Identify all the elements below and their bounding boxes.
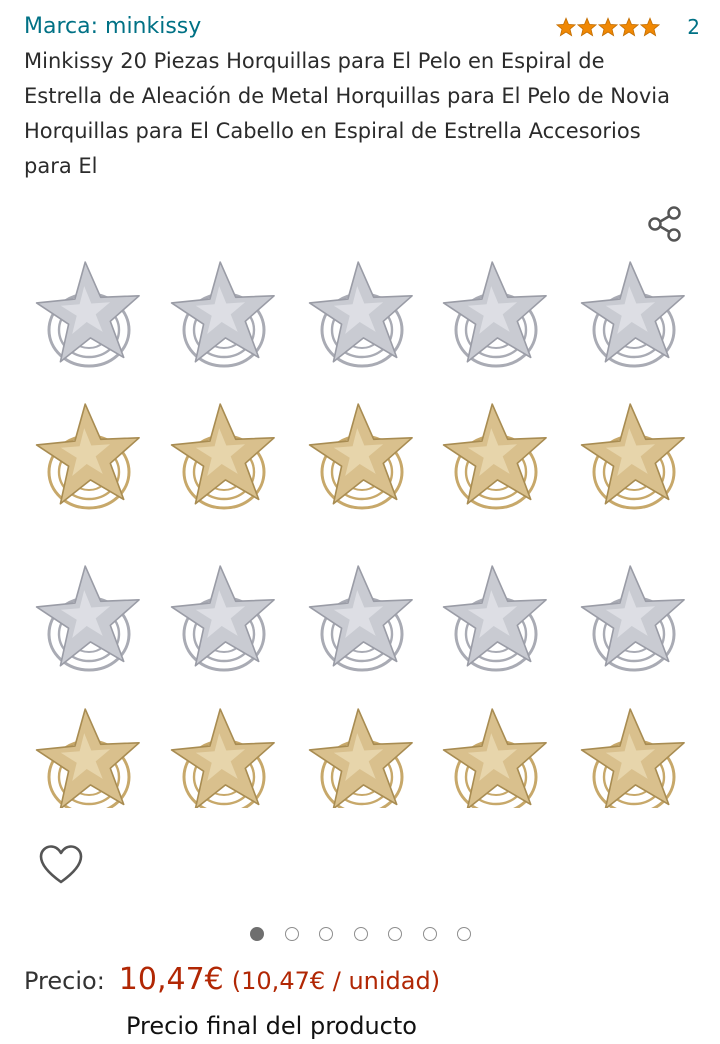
silver-star-hair-pin	[442, 565, 547, 672]
rating-star-icon	[556, 17, 577, 37]
gold-star-hair-pin	[170, 403, 275, 510]
silver-star-hair-pin	[170, 261, 275, 368]
carousel-dot[interactable]	[388, 927, 402, 941]
price-row: Precio: 10,47€ (10,47€ / unidad)	[24, 962, 440, 1006]
unit-price: (10,47€ / unidad)	[231, 967, 441, 995]
silver-star-hair-pin	[308, 261, 413, 368]
silver-star-hair-pin	[308, 565, 413, 672]
price-value: 10,47€	[118, 962, 224, 997]
hair-pins-photo	[35, 261, 685, 815]
rating-star-icon	[619, 17, 640, 37]
product-image[interactable]	[24, 248, 700, 815]
gold-star-hair-pin	[580, 403, 685, 510]
gold-star-hair-pin	[35, 403, 140, 510]
share-icon	[648, 206, 681, 242]
wishlist-button[interactable]	[38, 844, 84, 886]
carousel-dot[interactable]	[457, 927, 471, 941]
rating-star-icon	[640, 17, 661, 37]
rating-star-icon	[577, 17, 598, 37]
gold-star-hair-pin	[308, 708, 413, 815]
brand-row: Marca: minkissy 2	[24, 10, 700, 44]
gold-star-hair-pin	[580, 708, 685, 815]
carousel-dot[interactable]	[250, 927, 264, 941]
rating-star-icon	[598, 17, 619, 37]
silver-star-hair-pin	[35, 261, 140, 368]
final-price-note: Precio final del producto	[126, 1012, 417, 1040]
silver-star-hair-pin	[580, 565, 685, 672]
carousel-dot[interactable]	[353, 927, 368, 941]
brand-link[interactable]: Marca: minkissy	[24, 10, 201, 44]
gold-star-hair-pin	[35, 708, 140, 815]
silver-star-hair-pin	[35, 565, 140, 672]
heart-outline-icon	[39, 845, 83, 884]
price-label: Precio:	[24, 967, 105, 995]
silver-star-hair-pin	[442, 261, 547, 368]
silver-star-hair-pin	[170, 565, 275, 672]
carousel-dot[interactable]	[319, 927, 333, 941]
gold-star-hair-pin	[170, 708, 275, 815]
rating-count[interactable]: 2	[687, 15, 700, 39]
carousel-dot[interactable]	[284, 927, 299, 941]
product-title: Minkissy 20 Piezas Horquillas para El Pe…	[24, 49, 670, 178]
share-button[interactable]	[644, 202, 686, 244]
rating-summary[interactable]: 2	[556, 10, 700, 44]
rating-stars	[556, 17, 661, 37]
image-carousel-indicator	[250, 927, 492, 941]
gold-star-hair-pin	[442, 403, 547, 510]
silver-star-hair-pin	[580, 261, 685, 368]
gold-star-hair-pin	[442, 708, 547, 815]
gold-star-hair-pin	[308, 403, 413, 510]
carousel-dot[interactable]	[422, 927, 437, 941]
